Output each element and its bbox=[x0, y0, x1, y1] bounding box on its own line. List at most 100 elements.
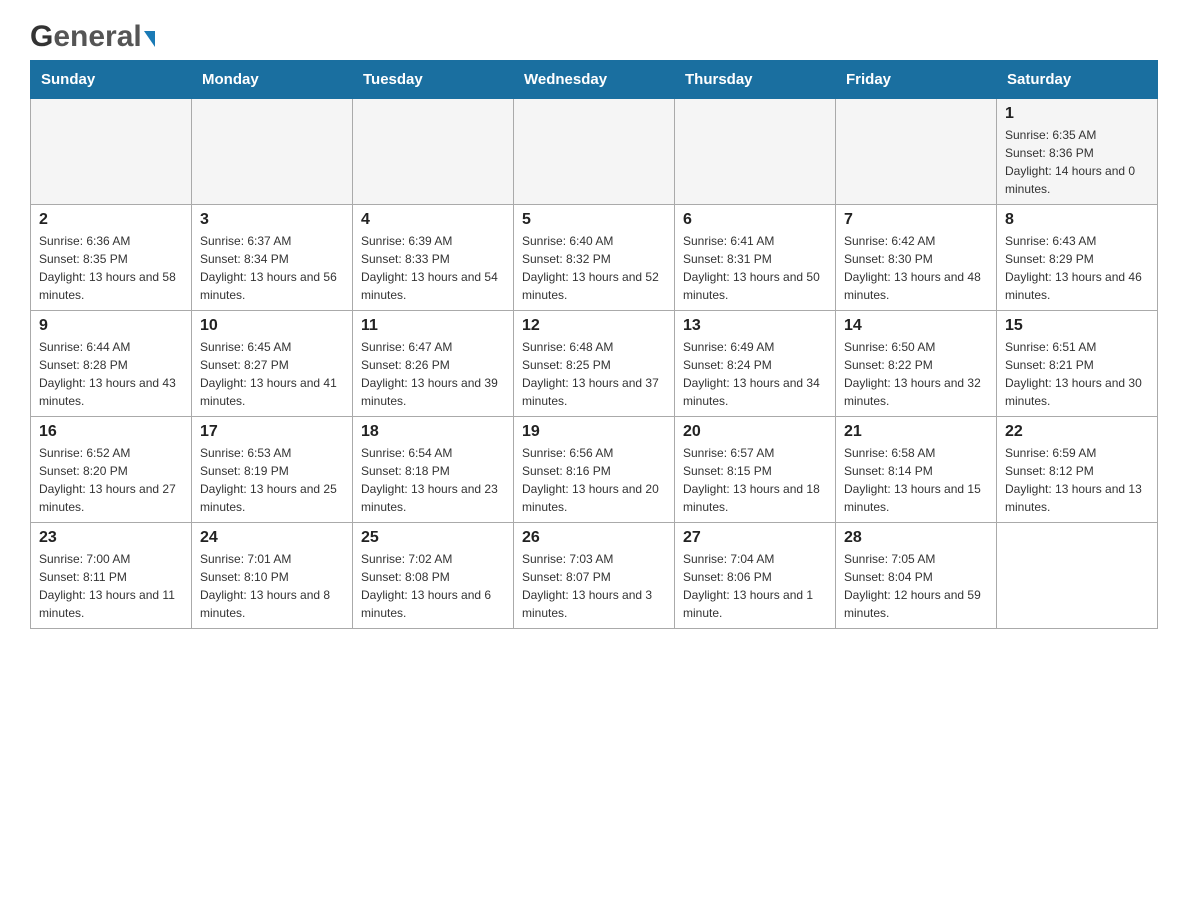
calendar-cell: 2Sunrise: 6:36 AMSunset: 8:35 PMDaylight… bbox=[31, 205, 192, 311]
sun-info: Sunrise: 6:58 AMSunset: 8:14 PMDaylight:… bbox=[844, 444, 988, 516]
day-number: 11 bbox=[361, 317, 505, 335]
day-number: 3 bbox=[200, 211, 344, 229]
day-number: 8 bbox=[1005, 211, 1149, 229]
sun-info: Sunrise: 6:50 AMSunset: 8:22 PMDaylight:… bbox=[844, 338, 988, 410]
calendar-cell bbox=[997, 523, 1158, 629]
sun-info: Sunrise: 6:53 AMSunset: 8:19 PMDaylight:… bbox=[200, 444, 344, 516]
calendar-cell: 13Sunrise: 6:49 AMSunset: 8:24 PMDayligh… bbox=[675, 311, 836, 417]
day-number: 1 bbox=[1005, 105, 1149, 123]
day-number: 16 bbox=[39, 423, 183, 441]
weekday-header-saturday: Saturday bbox=[997, 61, 1158, 99]
sun-info: Sunrise: 6:56 AMSunset: 8:16 PMDaylight:… bbox=[522, 444, 666, 516]
sun-info: Sunrise: 6:41 AMSunset: 8:31 PMDaylight:… bbox=[683, 232, 827, 304]
weekday-header-monday: Monday bbox=[192, 61, 353, 99]
sun-info: Sunrise: 6:45 AMSunset: 8:27 PMDaylight:… bbox=[200, 338, 344, 410]
calendar-table: SundayMondayTuesdayWednesdayThursdayFrid… bbox=[30, 60, 1158, 629]
calendar-cell: 22 Sunrise: 6:59 AMSunset: 8:12 PMDayligh… bbox=[997, 417, 1158, 523]
day-number: 25 bbox=[361, 529, 505, 547]
day-number: 12 bbox=[522, 317, 666, 335]
sun-info: Sunrise: 6:54 AMSunset: 8:18 PMDaylight:… bbox=[361, 444, 505, 516]
sun-info: Sunrise: 6:43 AMSunset: 8:29 PMDaylight:… bbox=[1005, 232, 1149, 304]
day-number: 10 bbox=[200, 317, 344, 335]
logo-eneral: eneral bbox=[53, 20, 141, 54]
calendar-cell: 8 Sunrise: 6:43 AMSunset: 8:29 PMDaylight… bbox=[997, 205, 1158, 311]
calendar-week-2: 9 Sunrise: 6:44 AMSunset: 8:28 PMDaylight… bbox=[31, 311, 1158, 417]
day-number: 17 bbox=[200, 423, 344, 441]
sun-info: Sunrise: 7:00 AMSunset: 8:11 PMDaylight:… bbox=[39, 550, 183, 622]
sun-info: Sunrise: 6:42 AMSunset: 8:30 PMDaylight:… bbox=[844, 232, 988, 304]
calendar-header: SundayMondayTuesdayWednesdayThursdayFrid… bbox=[31, 61, 1158, 99]
calendar-cell: 27 Sunrise: 7:04 AMSunset: 8:06 PMDayligh… bbox=[675, 523, 836, 629]
calendar-cell: 1 Sunrise: 6:35 AMSunset: 8:36 PMDaylight… bbox=[997, 99, 1158, 205]
sun-info: Sunrise: 6:44 AMSunset: 8:28 PMDaylight:… bbox=[39, 338, 183, 410]
calendar-cell: 4 Sunrise: 6:39 AMSunset: 8:33 PMDaylight… bbox=[353, 205, 514, 311]
sun-info: Sunrise: 6:51 AMSunset: 8:21 PMDaylight:… bbox=[1005, 338, 1149, 410]
calendar-cell: 23 Sunrise: 7:00 AMSunset: 8:11 PMDayligh… bbox=[31, 523, 192, 629]
weekday-header-row: SundayMondayTuesdayWednesdayThursdayFrid… bbox=[31, 61, 1158, 99]
calendar-cell: 16 Sunrise: 6:52 AMSunset: 8:20 PMDayligh… bbox=[31, 417, 192, 523]
day-number: 19 bbox=[522, 423, 666, 441]
day-number: 23 bbox=[39, 529, 183, 547]
logo: G eneral bbox=[30, 20, 155, 50]
logo-g: G bbox=[30, 20, 53, 54]
sun-info: Sunrise: 6:39 AMSunset: 8:33 PMDaylight:… bbox=[361, 232, 505, 304]
calendar-cell bbox=[192, 99, 353, 205]
weekday-header-tuesday: Tuesday bbox=[353, 61, 514, 99]
calendar-cell: 7Sunrise: 6:42 AMSunset: 8:30 PMDaylight… bbox=[836, 205, 997, 311]
day-number: 18 bbox=[361, 423, 505, 441]
sun-info: Sunrise: 6:52 AMSunset: 8:20 PMDaylight:… bbox=[39, 444, 183, 516]
calendar-body: 1 Sunrise: 6:35 AMSunset: 8:36 PMDaylight… bbox=[31, 99, 1158, 629]
calendar-cell: 10 Sunrise: 6:45 AMSunset: 8:27 PMDayligh… bbox=[192, 311, 353, 417]
sun-info: Sunrise: 7:02 AMSunset: 8:08 PMDaylight:… bbox=[361, 550, 505, 622]
sun-info: Sunrise: 7:03 AMSunset: 8:07 PMDaylight:… bbox=[522, 550, 666, 622]
day-number: 9 bbox=[39, 317, 183, 335]
page-header: G eneral bbox=[30, 20, 1158, 50]
calendar-cell: 28 Sunrise: 7:05 AMSunset: 8:04 PMDayligh… bbox=[836, 523, 997, 629]
calendar-week-0: 1 Sunrise: 6:35 AMSunset: 8:36 PMDaylight… bbox=[31, 99, 1158, 205]
sun-info: Sunrise: 7:05 AMSunset: 8:04 PMDaylight:… bbox=[844, 550, 988, 622]
day-number: 2 bbox=[39, 211, 183, 229]
sun-info: Sunrise: 6:40 AMSunset: 8:32 PMDaylight:… bbox=[522, 232, 666, 304]
weekday-header-friday: Friday bbox=[836, 61, 997, 99]
calendar-cell: 25 Sunrise: 7:02 AMSunset: 8:08 PMDayligh… bbox=[353, 523, 514, 629]
sun-info: Sunrise: 6:49 AMSunset: 8:24 PMDaylight:… bbox=[683, 338, 827, 410]
calendar-cell: 21 Sunrise: 6:58 AMSunset: 8:14 PMDayligh… bbox=[836, 417, 997, 523]
calendar-cell bbox=[675, 99, 836, 205]
day-number: 5 bbox=[522, 211, 666, 229]
calendar-cell: 15 Sunrise: 6:51 AMSunset: 8:21 PMDayligh… bbox=[997, 311, 1158, 417]
day-number: 24 bbox=[200, 529, 344, 547]
calendar-cell: 6 Sunrise: 6:41 AMSunset: 8:31 PMDaylight… bbox=[675, 205, 836, 311]
calendar-cell: 17 Sunrise: 6:53 AMSunset: 8:19 PMDayligh… bbox=[192, 417, 353, 523]
sun-info: Sunrise: 7:04 AMSunset: 8:06 PMDaylight:… bbox=[683, 550, 827, 622]
day-number: 26 bbox=[522, 529, 666, 547]
day-number: 15 bbox=[1005, 317, 1149, 335]
sun-info: Sunrise: 6:48 AMSunset: 8:25 PMDaylight:… bbox=[522, 338, 666, 410]
calendar-cell: 3 Sunrise: 6:37 AMSunset: 8:34 PMDaylight… bbox=[192, 205, 353, 311]
calendar-cell bbox=[514, 99, 675, 205]
logo-triangle-icon bbox=[144, 31, 155, 47]
sun-info: Sunrise: 7:01 AMSunset: 8:10 PMDaylight:… bbox=[200, 550, 344, 622]
sun-info: Sunrise: 6:57 AMSunset: 8:15 PMDaylight:… bbox=[683, 444, 827, 516]
calendar-cell: 20 Sunrise: 6:57 AMSunset: 8:15 PMDayligh… bbox=[675, 417, 836, 523]
calendar-week-4: 23 Sunrise: 7:00 AMSunset: 8:11 PMDayligh… bbox=[31, 523, 1158, 629]
weekday-header-sunday: Sunday bbox=[31, 61, 192, 99]
calendar-cell bbox=[836, 99, 997, 205]
sun-info: Sunrise: 6:35 AMSunset: 8:36 PMDaylight:… bbox=[1005, 126, 1149, 198]
day-number: 22 bbox=[1005, 423, 1149, 441]
day-number: 14 bbox=[844, 317, 988, 335]
day-number: 27 bbox=[683, 529, 827, 547]
day-number: 21 bbox=[844, 423, 988, 441]
day-number: 28 bbox=[844, 529, 988, 547]
calendar-cell: 24 Sunrise: 7:01 AMSunset: 8:10 PMDayligh… bbox=[192, 523, 353, 629]
calendar-cell: 19 Sunrise: 6:56 AMSunset: 8:16 PMDayligh… bbox=[514, 417, 675, 523]
day-number: 6 bbox=[683, 211, 827, 229]
calendar-cell: 11Sunrise: 6:47 AMSunset: 8:26 PMDayligh… bbox=[353, 311, 514, 417]
day-number: 4 bbox=[361, 211, 505, 229]
sun-info: Sunrise: 6:37 AMSunset: 8:34 PMDaylight:… bbox=[200, 232, 344, 304]
calendar-cell: 5 Sunrise: 6:40 AMSunset: 8:32 PMDaylight… bbox=[514, 205, 675, 311]
day-number: 20 bbox=[683, 423, 827, 441]
calendar-cell: 18 Sunrise: 6:54 AMSunset: 8:18 PMDayligh… bbox=[353, 417, 514, 523]
sun-info: Sunrise: 6:59 AMSunset: 8:12 PMDaylight:… bbox=[1005, 444, 1149, 516]
calendar-week-1: 2Sunrise: 6:36 AMSunset: 8:35 PMDaylight… bbox=[31, 205, 1158, 311]
calendar-cell bbox=[353, 99, 514, 205]
